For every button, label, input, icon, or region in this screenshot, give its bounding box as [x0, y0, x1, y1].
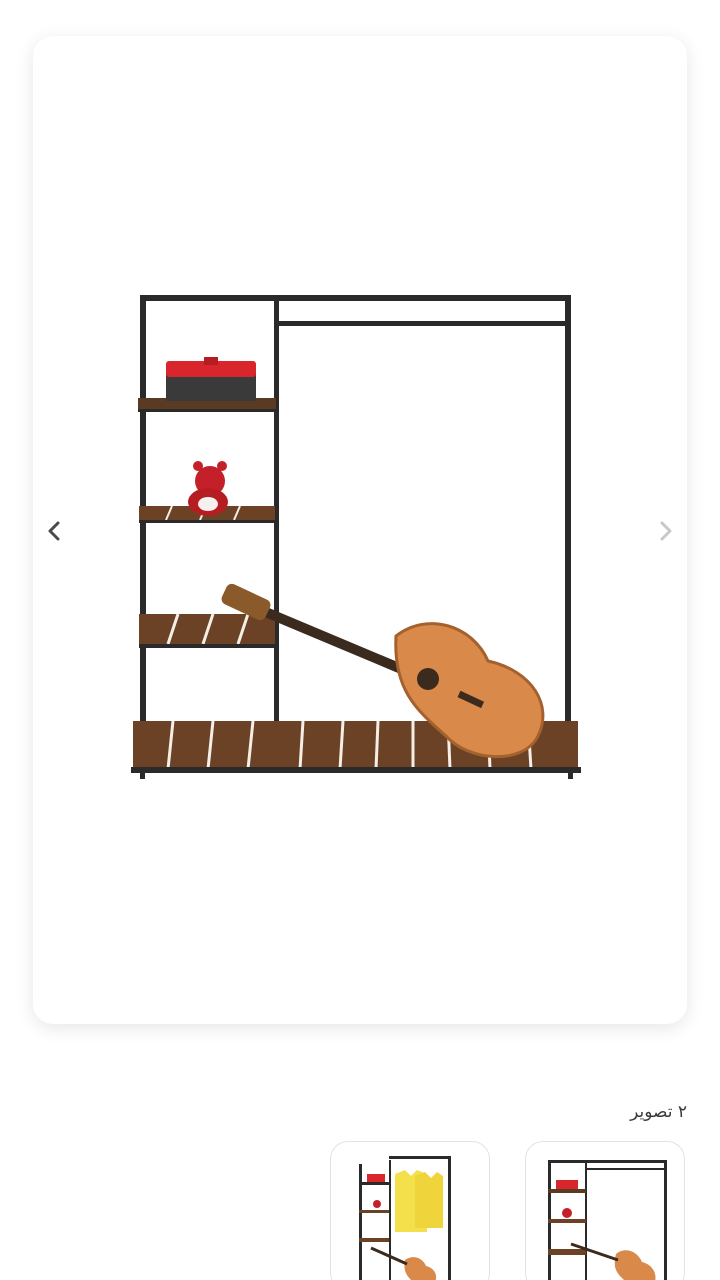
- chevron-left-icon: [48, 521, 60, 541]
- previous-image-button[interactable]: [39, 516, 69, 546]
- chevron-right-icon: [660, 521, 672, 541]
- next-image-button[interactable]: [651, 516, 681, 546]
- thumbnail-1[interactable]: [525, 1141, 685, 1280]
- rack-with-yellow-shirts-thumbnail: [359, 1156, 451, 1280]
- rack-with-guitar-thumbnail: [548, 1160, 667, 1280]
- product-main-image: [131, 295, 581, 779]
- thumbnail-2[interactable]: [330, 1141, 490, 1280]
- image-count-label: ۲ تصویر: [630, 1102, 687, 1122]
- product-page: ۲ تصویر: [0, 0, 720, 1280]
- image-gallery-card: [33, 36, 687, 1024]
